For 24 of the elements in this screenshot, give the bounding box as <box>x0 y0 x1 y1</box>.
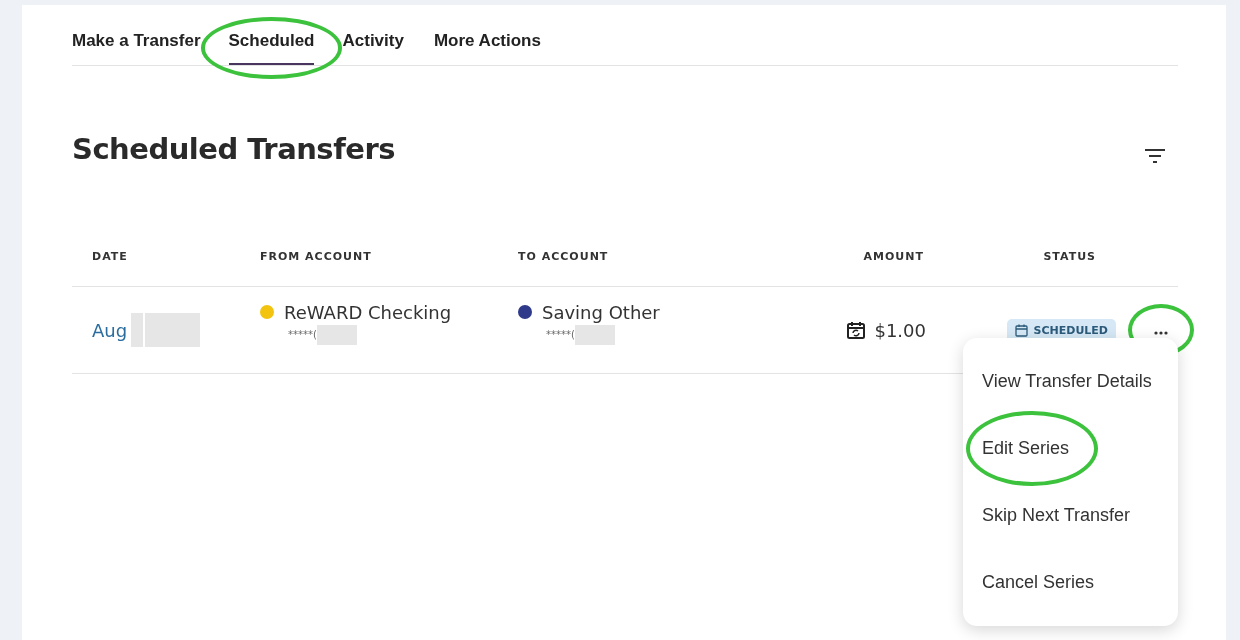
account-name: Saving Other <box>542 301 660 323</box>
tab[interactable]: Scheduled <box>228 31 315 65</box>
tab[interactable]: More Actions <box>433 31 541 65</box>
column-header: TO ACCOUNT <box>518 249 609 263</box>
tab[interactable]: Activity <box>342 31 404 65</box>
account-number: *****( <box>288 329 317 340</box>
menu-item[interactable]: Cancel Series <box>963 549 1178 616</box>
menu-item[interactable]: View Transfer Details <box>963 348 1178 415</box>
date-link[interactable]: Aug <box>92 319 128 341</box>
filter-icon[interactable] <box>1144 147 1166 165</box>
tab[interactable]: Make a Transfer <box>72 31 201 65</box>
recurring-calendar-icon <box>846 320 867 340</box>
calendar-icon <box>1014 323 1028 337</box>
more-icon <box>1154 331 1168 335</box>
menu-item[interactable]: Edit Series <box>963 415 1178 482</box>
amount: $1.00 <box>874 319 926 341</box>
account-name: ReWARD Checking <box>284 301 452 323</box>
account-number: *****( <box>546 329 575 340</box>
column-header: DATE <box>91 249 128 263</box>
menu-item[interactable]: Skip Next Transfer <box>963 482 1178 549</box>
column-header: AMOUNT <box>863 249 924 263</box>
page-title: Scheduled Transfers <box>72 132 395 166</box>
column-header: STATUS <box>1043 249 1096 263</box>
column-header: FROM ACCOUNT <box>260 249 372 263</box>
